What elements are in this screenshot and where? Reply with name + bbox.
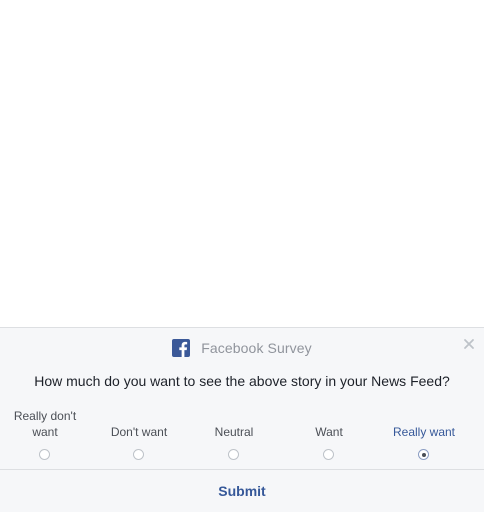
- radio-dot: [421, 452, 426, 457]
- radio-button-selected[interactable]: [418, 449, 429, 460]
- option-want[interactable]: Want: [284, 404, 374, 460]
- radio-button[interactable]: [39, 449, 50, 460]
- option-label: Want: [315, 425, 343, 439]
- option-really-dont-want[interactable]: Really don't want: [0, 404, 90, 460]
- close-icon[interactable]: [463, 337, 475, 349]
- submit-button[interactable]: Submit: [192, 481, 292, 501]
- option-neutral[interactable]: Neutral: [189, 404, 279, 460]
- option-label: Really don't want: [13, 409, 77, 439]
- facebook-logo-icon: [172, 339, 191, 357]
- survey-panel: Facebook Survey How much do you want to …: [0, 327, 484, 512]
- survey-title: Facebook Survey: [201, 340, 312, 356]
- option-label: Don't want: [110, 425, 168, 439]
- page: Facebook Survey How much do you want to …: [0, 0, 484, 512]
- option-dont-want[interactable]: Don't want: [94, 404, 184, 460]
- divider: [0, 469, 484, 470]
- option-really-want[interactable]: Really want: [379, 404, 469, 460]
- option-label: Really want: [392, 425, 456, 439]
- radio-button[interactable]: [228, 449, 239, 460]
- radio-button[interactable]: [133, 449, 144, 460]
- survey-header: Facebook Survey: [0, 338, 484, 358]
- survey-question: How much do you want to see the above st…: [34, 373, 450, 389]
- rating-options: Really don't want Don't want Neutral Wan…: [0, 404, 484, 460]
- story-area: [0, 0, 484, 327]
- option-label: Neutral: [214, 425, 254, 439]
- radio-button[interactable]: [323, 449, 334, 460]
